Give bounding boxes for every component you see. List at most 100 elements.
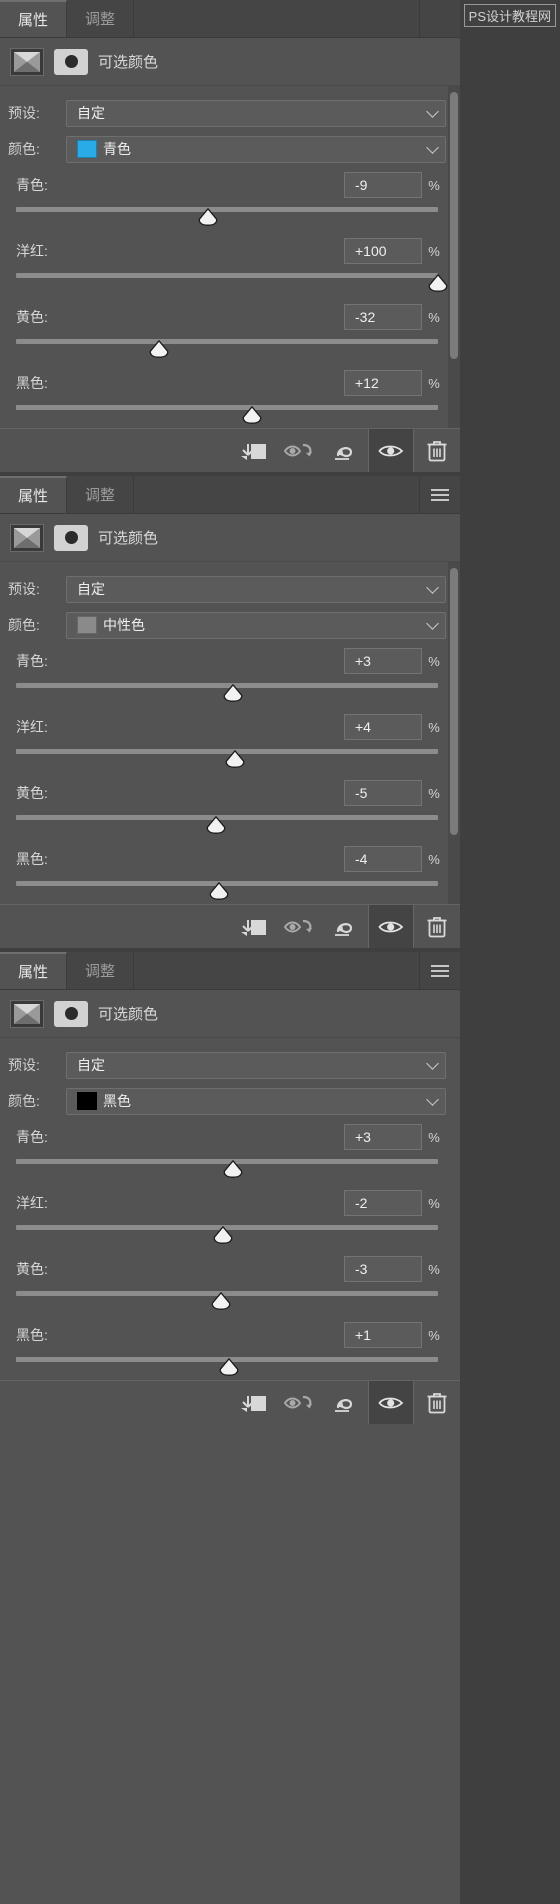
slider-magenta-input[interactable]: +4 — [344, 714, 422, 740]
preset-dropdown[interactable]: 自定 — [66, 1051, 446, 1079]
selective-color-layer-icon[interactable] — [10, 47, 44, 76]
visibility-eye-button[interactable] — [368, 1381, 414, 1424]
slider-black-input[interactable]: +1 — [344, 1322, 422, 1348]
page-title: 可选颜色 — [98, 530, 159, 547]
view-previous-state-button[interactable] — [276, 429, 322, 472]
slider-black-header: 黑色: +12% — [8, 368, 446, 398]
clip-to-layer-button[interactable] — [230, 429, 276, 472]
slider-black-thumb[interactable] — [242, 406, 262, 424]
slider-yellow-track-wrap[interactable] — [16, 1288, 438, 1314]
slider-yellow-header: 黄色: -32% — [8, 302, 446, 332]
slider-cyan-thumb[interactable] — [223, 1160, 243, 1178]
selective-color-layer-icon[interactable] — [10, 523, 44, 552]
slider-yellow-track-wrap[interactable] — [16, 336, 438, 362]
slider-magenta-thumb[interactable] — [213, 1226, 233, 1244]
color-channel-dropdown[interactable]: 青色 — [66, 135, 446, 163]
slider-black-track[interactable] — [16, 405, 438, 410]
slider-magenta-input[interactable]: +100 — [344, 238, 422, 264]
slider-black-thumb[interactable] — [209, 882, 229, 900]
slider-cyan-track-wrap[interactable] — [16, 1156, 438, 1182]
slider-black-input[interactable]: +12 — [344, 370, 422, 396]
vertical-scrollbar[interactable] — [448, 562, 460, 904]
color-channel-value: 青色 — [103, 141, 131, 157]
panel-neutrals: 属性 调整 可选颜色 预设: 自定 颜色: 中性色 青色: +3% 洋红: +4% 黄色: -5% 黑色:… — [0, 476, 460, 948]
clip-to-layer-button[interactable] — [230, 1381, 276, 1424]
color-channel-swatch — [77, 1092, 97, 1110]
panel-blacks: 属性 调整 可选颜色 预设: 自定 颜色: 黑色 青色: +3% 洋红: -2% 黄色: -3% 黑色: +… — [0, 952, 460, 1424]
tab-adjustments[interactable]: 调整 — [67, 952, 135, 989]
layer-mask-icon[interactable] — [54, 524, 88, 551]
view-previous-state-icon — [283, 1393, 315, 1413]
slider-magenta-track[interactable] — [16, 273, 438, 278]
slider-cyan-thumb[interactable] — [223, 684, 243, 702]
reset-button[interactable] — [322, 429, 368, 472]
tab-properties[interactable]: 属性 — [0, 476, 68, 513]
slider-yellow-input[interactable]: -32 — [344, 304, 422, 330]
layer-mask-icon[interactable] — [54, 1000, 88, 1027]
preset-dropdown[interactable]: 自定 — [66, 99, 446, 127]
preset-label: 预设: — [8, 1057, 40, 1073]
colors-label: 颜色: — [8, 1093, 40, 1109]
chevron-down-icon — [426, 581, 439, 594]
scrollbar-thumb[interactable] — [450, 92, 458, 359]
slider-yellow-track[interactable] — [16, 815, 438, 820]
slider-yellow-track[interactable] — [16, 339, 438, 344]
slider-black: 黑色: +1% — [0, 1320, 460, 1380]
slider-yellow-input[interactable]: -5 — [344, 780, 422, 806]
tab-properties[interactable]: 属性 — [0, 0, 68, 37]
color-channel-dropdown[interactable]: 黑色 — [66, 1087, 446, 1115]
tab-adjustments[interactable]: 调整 — [67, 476, 135, 513]
visibility-eye-button[interactable] — [368, 905, 414, 948]
slider-cyan-input[interactable]: +3 — [344, 648, 422, 674]
tab-adjustments-label: 调整 — [85, 963, 116, 980]
trash-icon — [426, 1391, 448, 1415]
scrollbar-thumb[interactable] — [450, 568, 458, 835]
slider-magenta-input[interactable]: -2 — [344, 1190, 422, 1216]
slider-black-track-wrap[interactable] — [16, 878, 438, 904]
slider-magenta-track-wrap[interactable] — [16, 746, 438, 772]
slider-cyan-input[interactable]: -9 — [344, 172, 422, 198]
layer-mask-icon[interactable] — [54, 48, 88, 75]
slider-yellow-track-wrap[interactable] — [16, 812, 438, 838]
slider-yellow-thumb[interactable] — [211, 1292, 231, 1310]
slider-black-track-wrap[interactable] — [16, 1354, 438, 1380]
panel-menu-icon[interactable] — [420, 952, 460, 989]
slider-magenta-track-wrap[interactable] — [16, 270, 448, 296]
trash-button[interactable] — [414, 1381, 460, 1424]
slider-black: 黑色: -4% — [0, 844, 460, 904]
view-previous-state-button[interactable] — [276, 1381, 322, 1424]
panel-title-row: 可选颜色 — [0, 38, 460, 86]
slider-yellow-input[interactable]: -3 — [344, 1256, 422, 1282]
slider-magenta-thumb[interactable] — [428, 274, 448, 292]
color-channel-dropdown[interactable]: 中性色 — [66, 611, 446, 639]
reset-button[interactable] — [322, 905, 368, 948]
panel-menu-icon[interactable] — [420, 476, 460, 513]
trash-button[interactable] — [414, 429, 460, 472]
slider-yellow-thumb[interactable] — [149, 340, 169, 358]
vertical-scrollbar[interactable] — [448, 86, 460, 428]
clip-to-layer-icon — [238, 916, 268, 938]
tabbar-filler — [134, 0, 420, 37]
selective-color-layer-icon[interactable] — [10, 999, 44, 1028]
preset-dropdown[interactable]: 自定 — [66, 575, 446, 603]
slider-black-thumb[interactable] — [219, 1358, 239, 1376]
visibility-eye-button[interactable] — [368, 429, 414, 472]
clip-to-layer-button[interactable] — [230, 905, 276, 948]
slider-cyan-track-wrap[interactable] — [16, 204, 438, 230]
slider-black-input[interactable]: -4 — [344, 846, 422, 872]
reset-button[interactable] — [322, 1381, 368, 1424]
slider-cyan-thumb[interactable] — [198, 208, 218, 226]
slider-cyan-track[interactable] — [16, 207, 438, 212]
slider-black-track-wrap[interactable] — [16, 402, 438, 428]
tab-properties[interactable]: 属性 — [0, 952, 68, 989]
tab-adjustments[interactable]: 调整 — [67, 0, 135, 37]
slider-yellow-thumb[interactable] — [206, 816, 226, 834]
trash-button[interactable] — [414, 905, 460, 948]
slider-cyan-track-wrap[interactable] — [16, 680, 438, 706]
slider-magenta-track-wrap[interactable] — [16, 1222, 438, 1248]
chevron-down-icon — [426, 105, 439, 118]
view-previous-state-button[interactable] — [276, 905, 322, 948]
slider-cyan-header: 青色: -9% — [8, 170, 446, 200]
slider-magenta-thumb[interactable] — [225, 750, 245, 768]
slider-cyan-input[interactable]: +3 — [344, 1124, 422, 1150]
